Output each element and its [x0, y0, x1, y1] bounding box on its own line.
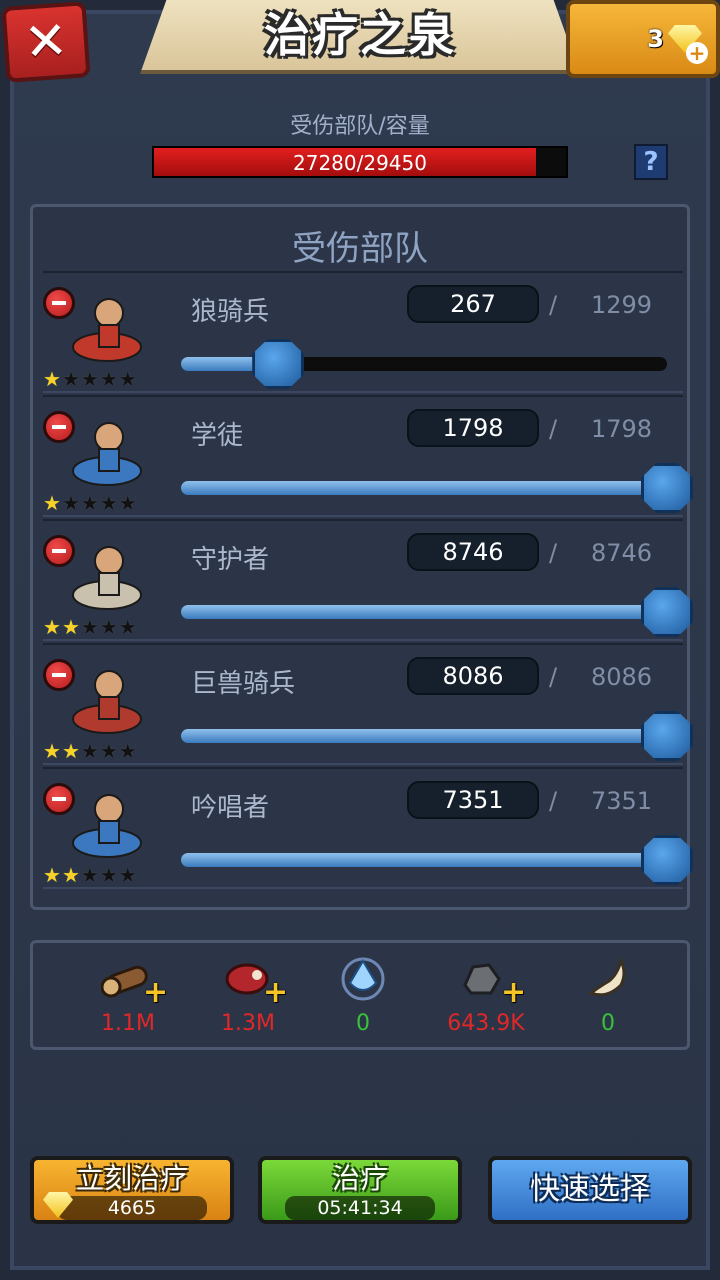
- quick-select-button[interactable]: 快速选择: [488, 1156, 692, 1224]
- troop-slider[interactable]: [181, 853, 667, 867]
- remove-button[interactable]: [43, 659, 75, 691]
- troop-row: ★★★★★ 狼骑兵 267 / 1299: [43, 271, 683, 393]
- slider-fill: [181, 729, 667, 743]
- separator: /: [549, 291, 558, 319]
- resource-wood[interactable]: + 1.1M: [73, 955, 183, 1045]
- remove-button[interactable]: [43, 411, 75, 443]
- troop-count-input[interactable]: 8086: [407, 657, 539, 695]
- title-banner: 治疗之泉: [140, 0, 580, 74]
- separator: /: [549, 663, 558, 691]
- troop-row: ★★★★★ 学徒 1798 / 1798: [43, 395, 693, 517]
- troop-max: 7351: [591, 787, 653, 815]
- wood-icon: +: [100, 955, 168, 1008]
- separator: /: [549, 539, 558, 567]
- capacity-bar: 27280/29450: [152, 146, 568, 178]
- stone-icon: +: [459, 955, 526, 1008]
- troop-row: ★★★★★ 吟唱者 7351 / 7351: [43, 767, 693, 889]
- add-gems-icon: +: [686, 42, 708, 64]
- troop-max: 1299: [591, 291, 653, 319]
- star-rating: ★★★★★: [43, 739, 138, 763]
- heal-button[interactable]: 治疗 05:41:34: [258, 1156, 462, 1224]
- troop-slider[interactable]: [181, 481, 667, 495]
- capacity-text: 27280/29450: [293, 151, 427, 175]
- resource-value: 0: [356, 1011, 370, 1036]
- slider-knob[interactable]: [641, 711, 693, 761]
- crystal-icon: [336, 955, 390, 1001]
- separator: /: [549, 787, 558, 815]
- star-rating: ★★★★★: [43, 615, 138, 639]
- slider-knob[interactable]: [252, 339, 305, 389]
- resource-crystal[interactable]: 0: [308, 955, 418, 1045]
- resource-value: 0: [601, 1011, 615, 1036]
- star-rating: ★★★★★: [43, 491, 138, 515]
- slider-fill: [181, 605, 667, 619]
- wounded-troops-panel: 受伤部队 ★★★★★ 狼骑兵 267/1299 ★★★★★ 学徒 1798/1798 ★★★…: [30, 204, 693, 910]
- close-button[interactable]: ✕: [1, 1, 91, 83]
- resource-value: 643.9K: [447, 1011, 525, 1036]
- gem-count: 3: [647, 25, 664, 53]
- meat-icon: +: [221, 955, 288, 1008]
- quick-select-label: 快速选择: [530, 1172, 650, 1207]
- troop-slider[interactable]: [181, 729, 667, 743]
- heal-time: 05:41:34: [285, 1196, 435, 1220]
- troop-max: 8086: [591, 663, 653, 691]
- help-icon[interactable]: ?: [634, 144, 668, 180]
- troop-count-input[interactable]: 267: [407, 285, 539, 323]
- close-icon: ✕: [22, 10, 70, 74]
- bone-icon: [581, 955, 635, 1001]
- troop-name: 学徒: [191, 421, 244, 451]
- resource-stone[interactable]: + 643.9K: [431, 955, 541, 1045]
- star-rating: ★★★★★: [43, 367, 138, 391]
- heal-now-cost: 4665: [43, 1192, 207, 1220]
- troop-max: 1798: [591, 415, 653, 443]
- troop-name: 巨兽骑兵: [191, 669, 296, 699]
- troop-name: 狼骑兵: [191, 297, 270, 327]
- heal-now-button[interactable]: 立刻治疗 4665: [30, 1156, 234, 1224]
- heal-label: 治疗: [331, 1162, 388, 1195]
- resource-bone[interactable]: 0: [553, 955, 663, 1045]
- troop-name: 吟唱者: [191, 793, 270, 823]
- troop-count-input[interactable]: 7351: [407, 781, 539, 819]
- slider-fill: [181, 481, 667, 495]
- troop-row: ★★★★★ 守护者 8746 / 8746: [43, 519, 693, 641]
- resource-meat[interactable]: + 1.3M: [193, 955, 303, 1045]
- page-title: 治疗之泉: [264, 8, 456, 62]
- resource-value: 1.1M: [101, 1011, 155, 1036]
- troop-count-input[interactable]: 8746: [407, 533, 539, 571]
- troop-max: 8746: [591, 539, 653, 567]
- troop-row: ★★★★★ 巨兽骑兵 8086 / 8086: [43, 643, 693, 765]
- star-rating: ★★★★★: [43, 863, 138, 887]
- capacity-label: 受伤部队/容量: [290, 114, 430, 139]
- troop-name: 守护者: [191, 545, 270, 575]
- remove-button[interactable]: [43, 535, 75, 567]
- troop-count-input[interactable]: 1798: [407, 409, 539, 447]
- resource-value: 1.3M: [221, 1011, 275, 1036]
- separator: /: [549, 415, 558, 443]
- gem-icon: [43, 1192, 73, 1218]
- slider-fill: [181, 853, 667, 867]
- slider-knob[interactable]: [641, 463, 693, 513]
- resources-panel: + 1.1M + 1.3M 0 + 643.9K 0: [30, 940, 690, 1050]
- gem-counter[interactable]: 3 +: [566, 0, 720, 78]
- remove-button[interactable]: [43, 783, 75, 815]
- troop-slider[interactable]: [181, 605, 667, 619]
- slider-knob[interactable]: [641, 835, 693, 885]
- section-title: 受伤部队: [292, 229, 428, 269]
- heal-now-label: 立刻治疗: [75, 1162, 188, 1195]
- remove-button[interactable]: [43, 287, 75, 319]
- slider-knob[interactable]: [641, 587, 693, 637]
